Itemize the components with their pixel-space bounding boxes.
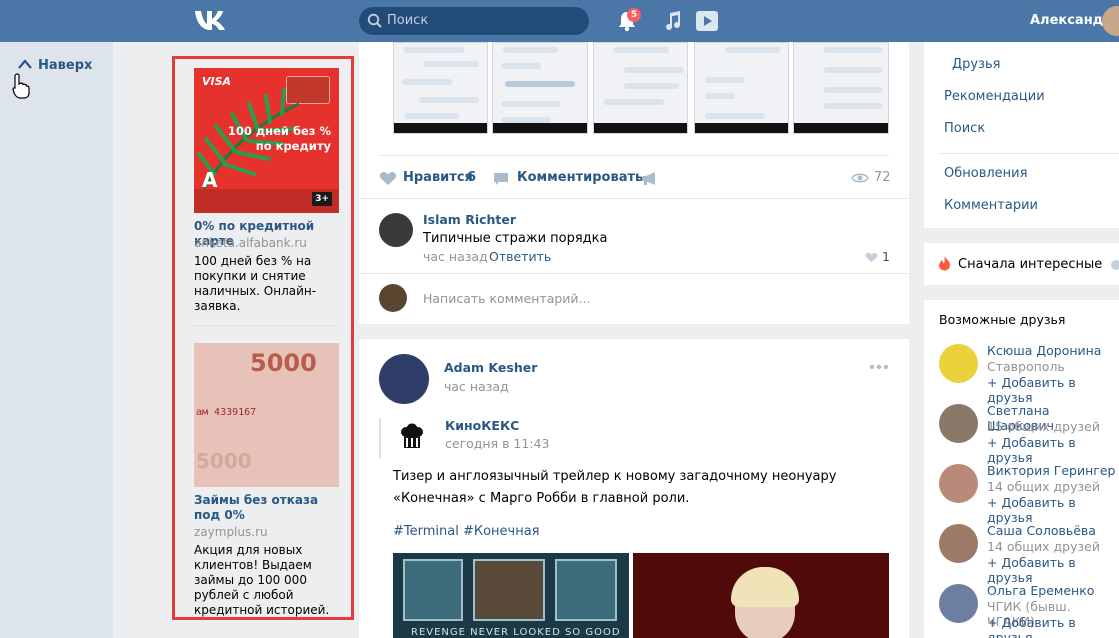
fire-icon xyxy=(938,255,951,271)
search-field[interactable]: Поиск xyxy=(359,7,589,35)
post-image-trailer[interactable] xyxy=(633,553,889,638)
friend-name[interactable]: Саша Соловьёва xyxy=(987,523,1096,538)
poster-tagline: REVENGE NEVER LOOKED SO GOOD xyxy=(411,627,621,638)
chevron-up-icon xyxy=(18,58,32,70)
nav-friends[interactable]: Друзья xyxy=(952,57,1001,72)
search-placeholder: Поиск xyxy=(387,13,429,28)
repost-source-name[interactable]: КиноКЕКС xyxy=(445,418,519,433)
repost-source-avatar[interactable] xyxy=(393,418,431,456)
ad-description: Акция для новых клиентов! Выдаем займы д… xyxy=(194,543,330,617)
views-eye-icon xyxy=(851,172,869,184)
comment-like-heart-icon[interactable] xyxy=(865,252,878,263)
post-time[interactable]: час назад xyxy=(444,379,509,394)
like-count: 6 xyxy=(467,170,477,185)
user-avatar[interactable] xyxy=(1102,6,1119,36)
post-author-avatar[interactable] xyxy=(379,354,429,404)
friend-subtitle: 15 общих друзей xyxy=(987,419,1100,434)
possible-friends-title[interactable]: Возможные друзья xyxy=(939,312,1065,327)
ad-domain: anketa.alfabank.ru xyxy=(194,236,307,250)
post-text: Тизер и англоязычный трейлер к новому за… xyxy=(393,469,837,506)
banknote-serial: ам 4339167 xyxy=(196,407,257,418)
comment-author-avatar[interactable] xyxy=(379,213,413,247)
ad-banner-image-banknote[interactable]: 5000 ам 4339167 5000 xyxy=(194,343,339,487)
ad-domain: zaymplus.ru xyxy=(194,525,268,539)
divider xyxy=(359,198,909,199)
divider xyxy=(379,155,889,156)
hand-cursor-icon xyxy=(12,72,30,100)
comment-author-name[interactable]: Islam Richter xyxy=(423,212,516,227)
friend-name[interactable]: Виктория Герингер xyxy=(987,463,1115,478)
ads-divider xyxy=(194,325,339,326)
friend-subtitle: Ставрополь xyxy=(987,359,1065,374)
vk-logo-icon[interactable] xyxy=(194,8,228,32)
my-avatar xyxy=(379,284,407,312)
post-photo[interactable] xyxy=(492,42,588,134)
add-friend-link[interactable]: + Добавить в друзья xyxy=(987,615,1119,638)
nav-search[interactable]: Поиск xyxy=(944,121,985,136)
repost-indicator-bar xyxy=(379,418,381,458)
friend-name[interactable]: Ксюша Доронина xyxy=(987,343,1101,358)
post-hashtags[interactable]: #Terminal #Конечная xyxy=(393,524,540,539)
comment-text: Типичные стражи порядка xyxy=(423,231,608,246)
post-photo[interactable] xyxy=(694,42,789,134)
nav-comments[interactable]: Комментарии xyxy=(944,198,1038,213)
nav-recommendations[interactable]: Рекомендации xyxy=(944,89,1045,104)
views-count: 72 xyxy=(874,170,891,185)
post-image-poster[interactable]: REVENGE NEVER LOOKED SO GOOD xyxy=(393,553,629,638)
friend-avatar[interactable] xyxy=(939,404,978,443)
friend-avatar[interactable] xyxy=(939,584,978,623)
repost-time[interactable]: сегодня в 11:43 xyxy=(445,436,549,451)
top-header: Поиск 5 Александр xyxy=(0,0,1119,42)
friend-subtitle: 14 общих друзей xyxy=(987,479,1100,494)
add-friend-link[interactable]: + Добавить в друзья xyxy=(987,435,1119,465)
notifications-count-badge: 5 xyxy=(627,8,641,22)
ad-description: 100 дней без % на покупки и снятие налич… xyxy=(194,254,317,313)
divider xyxy=(938,153,1119,154)
friend-avatar[interactable] xyxy=(939,464,978,503)
banknote-denomination-small: 5000 xyxy=(196,449,252,473)
friend-avatar[interactable] xyxy=(939,344,978,383)
comment-bubble-icon[interactable] xyxy=(493,172,509,186)
post-photo[interactable] xyxy=(393,42,488,134)
sort-toggle-switch[interactable] xyxy=(1111,260,1119,270)
add-friend-link[interactable]: + Добавить в друзья xyxy=(987,555,1119,585)
add-friend-link[interactable]: + Добавить в друзья xyxy=(987,495,1119,525)
video-play-icon[interactable] xyxy=(695,9,719,33)
divider xyxy=(359,273,909,274)
back-to-top-link[interactable]: Наверх xyxy=(18,58,92,73)
friend-avatar[interactable] xyxy=(939,524,978,563)
comment-like-count: 1 xyxy=(882,249,890,264)
back-to-top-label: Наверх xyxy=(38,58,93,73)
share-megaphone-icon[interactable] xyxy=(641,171,659,186)
reply-link[interactable]: Ответить xyxy=(489,249,551,264)
friend-name[interactable]: Ольга Еременко xyxy=(987,583,1094,598)
music-icon[interactable] xyxy=(664,11,682,31)
like-button-label[interactable]: Нравится xyxy=(403,170,473,185)
more-options-icon[interactable] xyxy=(869,364,889,370)
banknote-denomination: 5000 xyxy=(250,349,317,377)
current-user-name[interactable]: Александр xyxy=(1030,13,1113,28)
comment-time: час назад xyxy=(423,249,488,264)
post-photo[interactable] xyxy=(593,42,688,134)
scroll-up-strip[interactable] xyxy=(0,42,113,638)
ad-banner-headline-line2: по кредиту xyxy=(255,139,331,153)
friend-subtitle: 14 общих друзей xyxy=(987,539,1100,554)
post-actions-bar: Нравится 6 Комментировать 72 xyxy=(379,170,891,186)
post-author-name[interactable]: Adam Kesher xyxy=(444,360,537,375)
age-rating-badge: 3+ xyxy=(312,192,332,206)
add-friend-link[interactable]: + Добавить в друзья xyxy=(987,375,1119,405)
comment-button-label[interactable]: Комментировать xyxy=(517,170,643,185)
ad-title-link[interactable]: Займы без отказа под 0% xyxy=(194,493,334,523)
ad-banner-headline-line1: 100 дней без % xyxy=(227,124,331,138)
write-comment-input[interactable]: Написать комментарий... xyxy=(423,291,590,306)
like-heart-icon[interactable] xyxy=(379,171,397,186)
search-icon xyxy=(367,13,383,29)
post-photo[interactable] xyxy=(793,42,889,134)
sort-interesting-toggle-label[interactable]: Сначала интересные xyxy=(958,257,1102,272)
nav-updates[interactable]: Обновления xyxy=(944,166,1027,181)
ad-banner-headline: 100 дней без % по кредиту xyxy=(228,124,331,154)
ad-banner-image-alfabank[interactable]: VISA 100 дней без % по кредиту А 3+ xyxy=(194,68,339,213)
